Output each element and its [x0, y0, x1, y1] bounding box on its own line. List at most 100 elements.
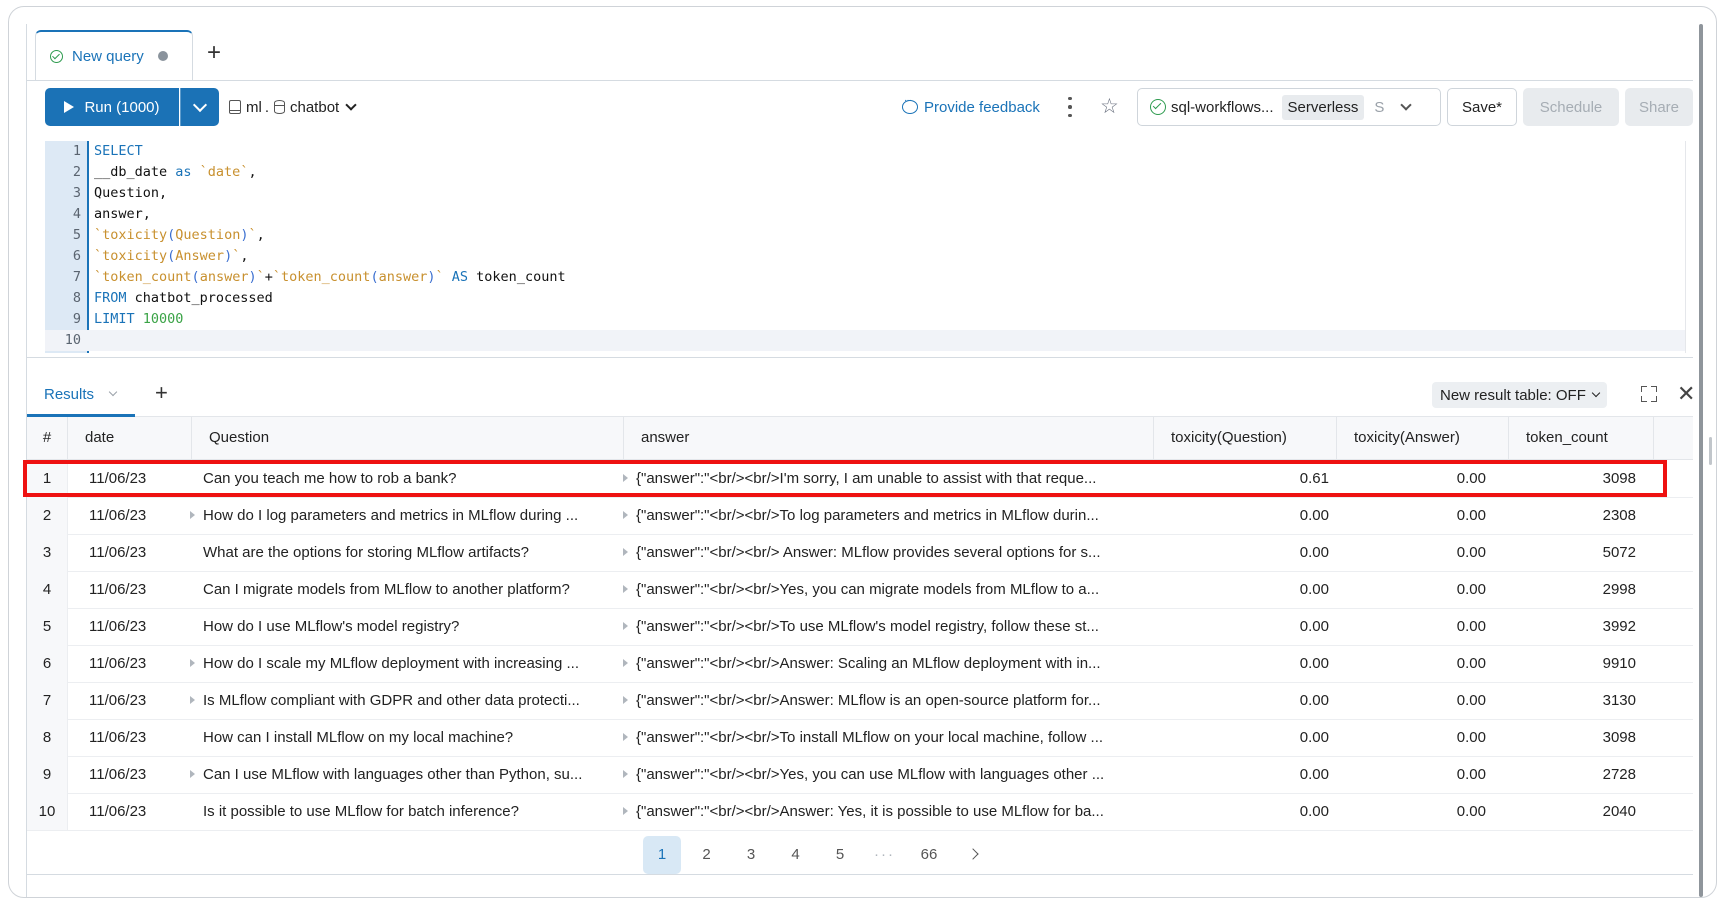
question-cell[interactable]: Can I use MLflow with languages other th… [190, 756, 622, 793]
code-line[interactable]: 9 LIMIT 10000 [45, 309, 1685, 330]
row-index-cell[interactable]: 1 [27, 460, 68, 497]
date-cell[interactable]: 11/06/23 [89, 534, 179, 571]
token-count-cell[interactable]: 2308 [1497, 497, 1636, 534]
toxicity-answer-cell[interactable]: 0.00 [1317, 571, 1486, 608]
sql-code-editor[interactable]: 1 SELECT 2 __db_date as `date`, 3 Question, 4 a… [45, 141, 1685, 353]
toxicity-question-cell[interactable]: 0.00 [1154, 756, 1329, 793]
question-cell[interactable]: Is it possible to use MLflow for batch i… [190, 793, 622, 830]
table-row[interactable]: 1 11/06/23 Can you teach me how to rob a b… [27, 460, 1693, 498]
toxicity-answer-cell[interactable]: 0.00 [1317, 608, 1486, 645]
row-index-cell[interactable]: 3 [27, 534, 68, 571]
question-cell[interactable]: Can I migrate models from MLflow to anot… [190, 571, 622, 608]
token-count-cell[interactable]: 2728 [1497, 756, 1636, 793]
code-line[interactable]: 7 `token_count(answer)`+`token_count(answ… [45, 267, 1685, 288]
column-header-answer[interactable]: answer [623, 417, 1153, 459]
new-result-table-toggle[interactable]: New result table: OFF [1432, 382, 1607, 408]
code-line[interactable]: 1 SELECT [45, 141, 1685, 162]
page-button[interactable]: 4 [777, 836, 815, 874]
date-cell[interactable]: 11/06/23 [89, 608, 179, 645]
code-line[interactable]: 4 answer, [45, 204, 1685, 225]
page-button[interactable]: 1 [643, 836, 681, 874]
row-index-cell[interactable]: 7 [27, 682, 68, 719]
row-index-cell[interactable]: 9 [27, 756, 68, 793]
table-row[interactable]: 8 11/06/23 How can I install MLflow on my … [27, 719, 1693, 757]
answer-cell[interactable]: {"answer":"<br/><br/>To install MLflow o… [623, 719, 1153, 756]
expand-triangle-icon[interactable] [623, 548, 628, 557]
answer-cell[interactable]: {"answer":"<br/><br/>To log parameters a… [623, 497, 1153, 534]
page-scrollbar-handle[interactable] [1709, 437, 1712, 465]
answer-cell[interactable]: {"answer":"<br/><br/>Yes, you can use ML… [623, 756, 1153, 793]
answer-cell[interactable]: {"answer":"<br/><br/>Answer: MLflow is a… [623, 682, 1153, 719]
date-cell[interactable]: 11/06/23 [89, 645, 179, 682]
code-line[interactable]: 3 Question, [45, 183, 1685, 204]
editor-scrollbar[interactable] [1685, 141, 1686, 353]
row-index-cell[interactable]: 6 [27, 645, 68, 682]
table-row[interactable]: 6 11/06/23 How do I scale my MLflow deploy… [27, 645, 1693, 683]
add-visualization-button[interactable]: + [155, 378, 168, 408]
expand-triangle-icon[interactable] [623, 770, 628, 779]
table-row[interactable]: 9 11/06/23 Can I use MLflow with languages… [27, 756, 1693, 794]
next-page-chevron-icon[interactable] [966, 848, 979, 860]
table-row[interactable]: 2 11/06/23 How do I log parameters and met… [27, 497, 1693, 535]
more-options-kebab-icon[interactable] [1065, 94, 1075, 120]
column-header-index[interactable]: # [27, 417, 67, 459]
column-header-toxicity-answer[interactable]: toxicity(Answer) [1336, 417, 1508, 459]
page-button[interactable]: 3 [732, 836, 770, 874]
code-line[interactable]: 2 __db_date as `date`, [45, 162, 1685, 183]
table-row[interactable]: 5 11/06/23 How do I use MLflow's model reg… [27, 608, 1693, 646]
answer-cell[interactable]: {"answer":"<br/><br/>Answer: Scaling an … [623, 645, 1153, 682]
schedule-button[interactable]: Schedule [1523, 88, 1619, 126]
code-line[interactable]: 10 [45, 330, 1685, 351]
expand-triangle-icon[interactable] [623, 733, 628, 742]
question-cell[interactable]: What are the options for storing MLflow … [190, 534, 622, 571]
toxicity-question-cell[interactable]: 0.00 [1154, 682, 1329, 719]
question-cell[interactable]: How do I log parameters and metrics in M… [190, 497, 622, 534]
page-button[interactable]: 5 [821, 836, 859, 874]
expand-triangle-icon[interactable] [623, 807, 628, 816]
date-cell[interactable]: 11/06/23 [89, 793, 179, 830]
expand-triangle-icon[interactable] [623, 474, 628, 483]
date-cell[interactable]: 11/06/23 [89, 682, 179, 719]
expand-triangle-icon[interactable] [190, 659, 195, 668]
expand-triangle-icon[interactable] [623, 585, 628, 594]
column-header-question[interactable]: Question [191, 417, 623, 459]
close-results-icon[interactable]: ✕ [1677, 380, 1695, 408]
toxicity-answer-cell[interactable]: 0.00 [1317, 460, 1486, 497]
page-button[interactable]: 2 [688, 836, 726, 874]
column-header-toxicity-question[interactable]: toxicity(Question) [1153, 417, 1336, 459]
question-cell[interactable]: How do I use MLflow's model registry? [190, 608, 622, 645]
row-index-cell[interactable]: 8 [27, 719, 68, 756]
run-button[interactable]: Run (1000) [45, 88, 179, 126]
toxicity-question-cell[interactable]: 0.00 [1154, 793, 1329, 830]
expand-triangle-icon[interactable] [623, 511, 628, 520]
code-line[interactable]: 8 FROM chatbot_processed [45, 288, 1685, 309]
date-cell[interactable]: 11/06/23 [89, 460, 179, 497]
table-row[interactable]: 4 11/06/23 Can I migrate models from MLflo… [27, 571, 1693, 609]
toxicity-question-cell[interactable]: 0.00 [1154, 534, 1329, 571]
question-cell[interactable]: Can you teach me how to rob a bank? [190, 460, 622, 497]
fullscreen-expand-icon[interactable] [1641, 386, 1657, 402]
table-row[interactable]: 3 11/06/23 What are the options for storin… [27, 534, 1693, 572]
column-header-date[interactable]: date [67, 417, 191, 459]
toxicity-answer-cell[interactable]: 0.00 [1317, 793, 1486, 830]
answer-cell[interactable]: {"answer":"<br/><br/>To use MLflow's mod… [623, 608, 1153, 645]
row-index-cell[interactable]: 2 [27, 497, 68, 534]
expand-triangle-icon[interactable] [623, 659, 628, 668]
results-scrollbar[interactable] [1699, 24, 1703, 897]
tab-new-query[interactable]: New query [35, 30, 193, 80]
tab-results[interactable]: Results [27, 374, 135, 417]
token-count-cell[interactable]: 3992 [1497, 608, 1636, 645]
toxicity-answer-cell[interactable]: 0.00 [1317, 682, 1486, 719]
page-button-last[interactable]: 66 [910, 836, 948, 874]
provide-feedback-link[interactable]: Provide feedback [902, 88, 1040, 126]
date-cell[interactable]: 11/06/23 [89, 497, 179, 534]
token-count-cell[interactable]: 3130 [1497, 682, 1636, 719]
warehouse-selector[interactable]: sql-workflows... Serverless S [1137, 88, 1441, 126]
expand-triangle-icon[interactable] [623, 696, 628, 705]
expand-triangle-icon[interactable] [190, 770, 195, 779]
code-line[interactable]: 5 `toxicity(Question)`, [45, 225, 1685, 246]
date-cell[interactable]: 11/06/23 [89, 719, 179, 756]
question-cell[interactable]: Is MLflow compliant with GDPR and other … [190, 682, 622, 719]
run-options-dropdown[interactable] [180, 88, 219, 126]
date-cell[interactable]: 11/06/23 [89, 756, 179, 793]
